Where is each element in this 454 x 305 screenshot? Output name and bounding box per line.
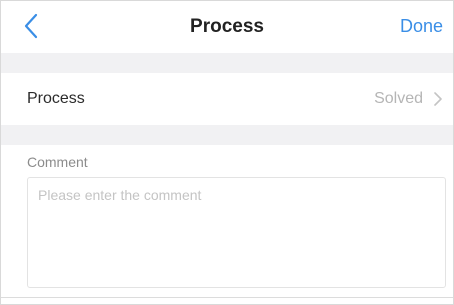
comment-label: Comment (27, 154, 88, 170)
navigation-bar: Process Done (1, 1, 453, 53)
section-separator (1, 125, 453, 145)
section-separator (1, 53, 453, 73)
done-button[interactable]: Done (400, 16, 443, 37)
divider (1, 297, 453, 298)
process-screen: Process Done Process Solved Comment (0, 0, 454, 305)
process-row[interactable]: Process Solved (1, 73, 453, 125)
page-title: Process (190, 16, 264, 37)
chevron-right-icon (434, 92, 442, 106)
process-label: Process (27, 90, 85, 107)
process-status-value: Solved (374, 90, 423, 107)
comment-input[interactable] (27, 177, 446, 288)
